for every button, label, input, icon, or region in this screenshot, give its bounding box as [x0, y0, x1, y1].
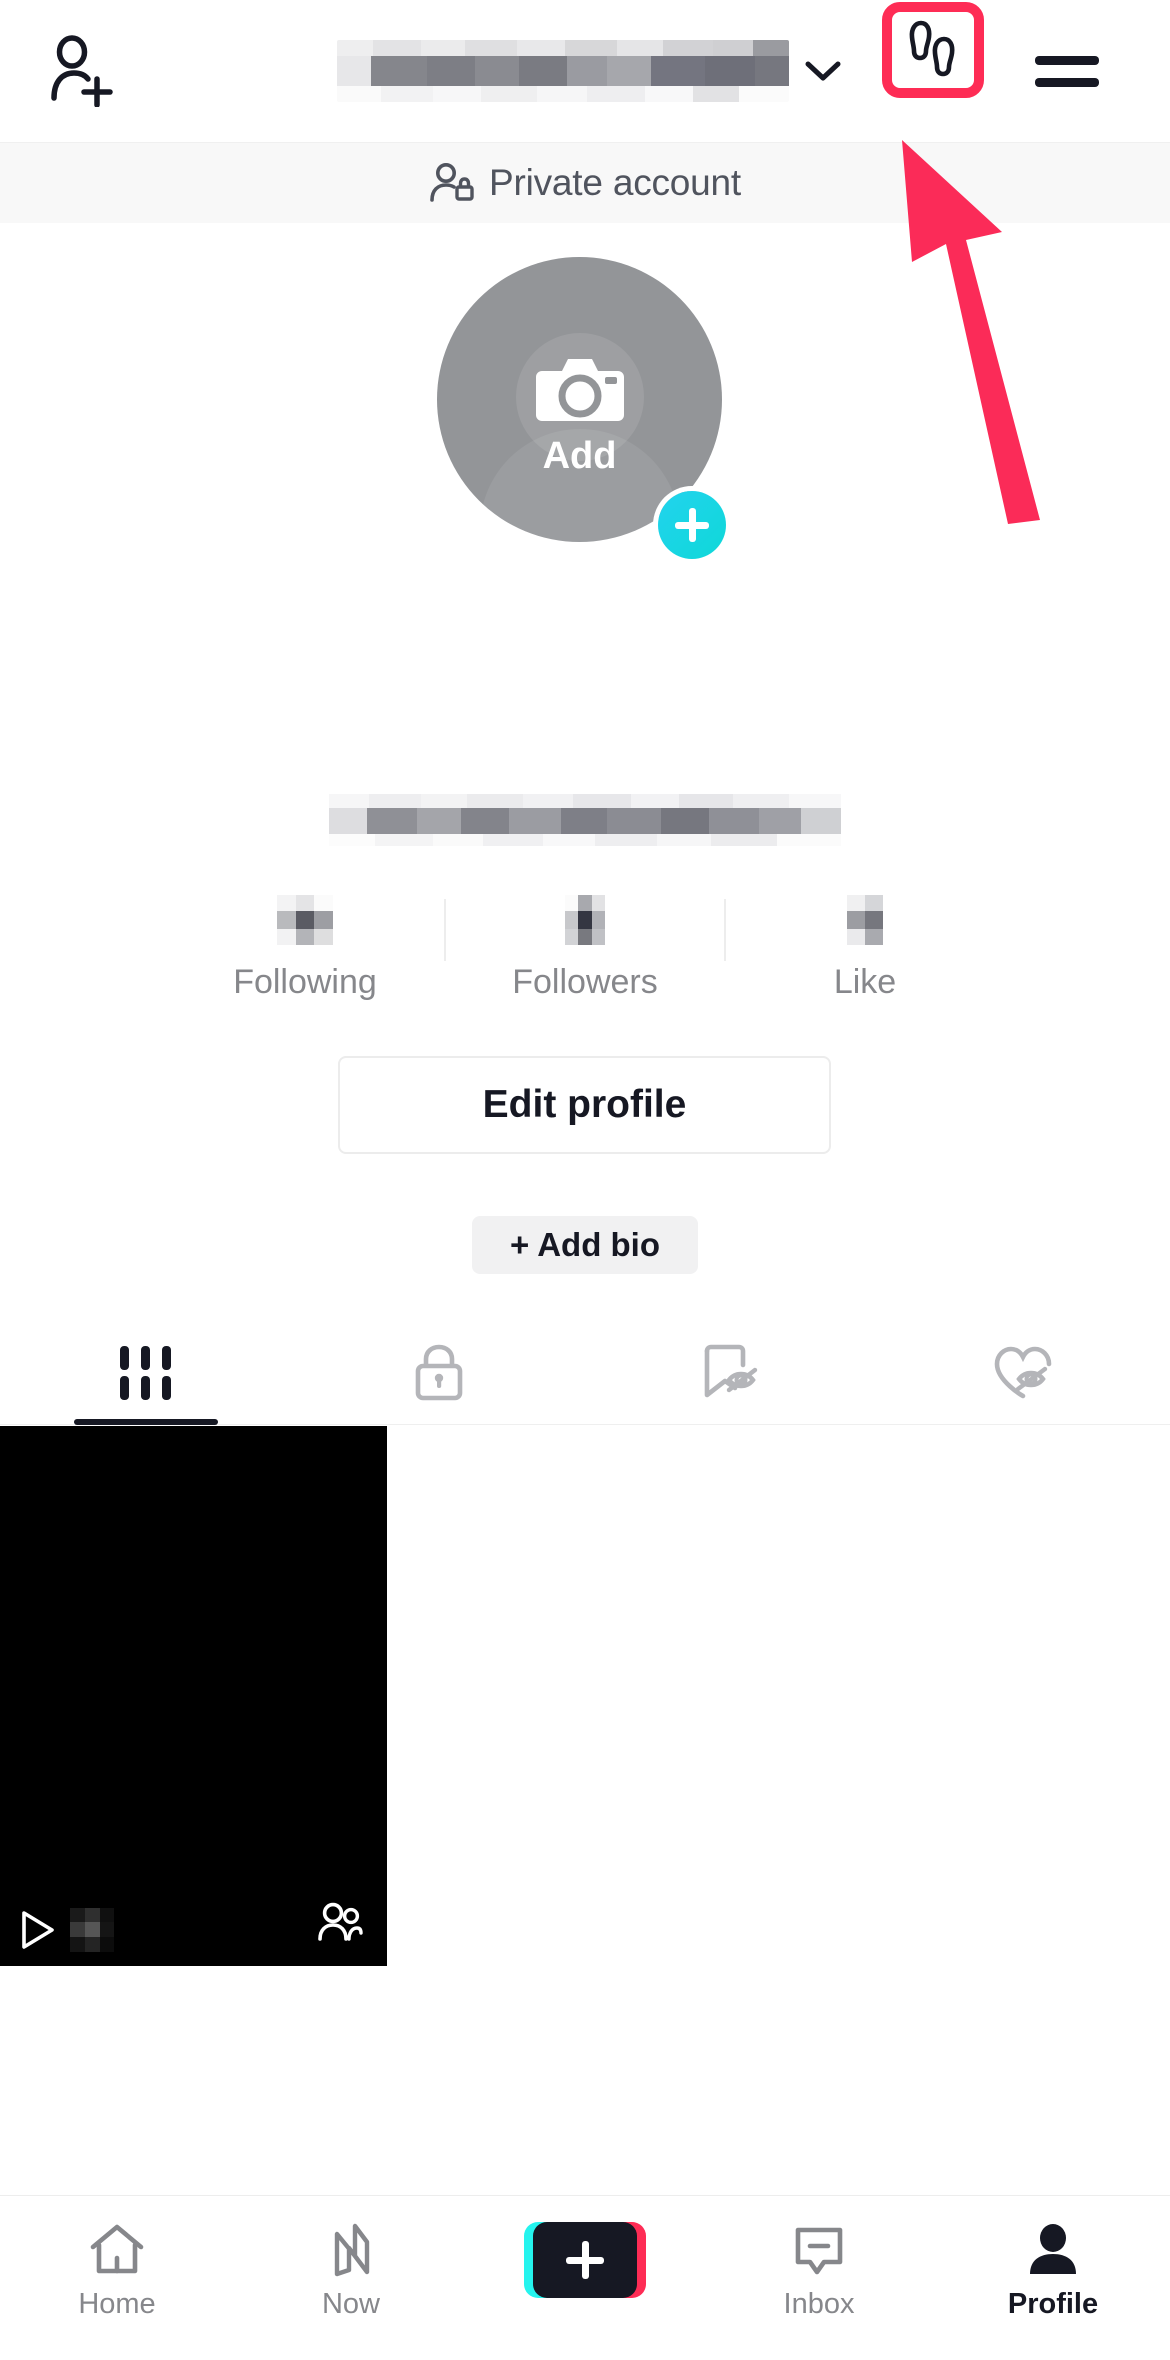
- create-icon[interactable]: [524, 2222, 646, 2298]
- nav-inbox[interactable]: Inbox: [702, 2222, 936, 2321]
- tab-favorites[interactable]: [585, 1321, 878, 1424]
- now-icon: [334, 2223, 370, 2277]
- view-count-blurred: [70, 1908, 114, 1952]
- bottom-navigation: Home Now Inbox Profile: [0, 2195, 1170, 2360]
- tab-liked[interactable]: [878, 1321, 1170, 1424]
- like-label: Like: [833, 963, 897, 1001]
- nav-now[interactable]: Now: [234, 2222, 468, 2321]
- stat-followers[interactable]: Followers: [446, 895, 724, 1002]
- stat-likes[interactable]: Like: [726, 895, 1004, 1002]
- footprints-button[interactable]: [882, 2, 984, 98]
- nav-profile[interactable]: Profile: [936, 2222, 1170, 2321]
- grid-icon: [120, 1345, 172, 1400]
- home-icon: [90, 2224, 144, 2274]
- username-blurred: [337, 40, 789, 102]
- video-thumbnail[interactable]: [0, 1426, 387, 1966]
- add-user-button[interactable]: [38, 26, 128, 116]
- stats-row: Following Followers Like: [0, 895, 1170, 1002]
- person-lock-icon: [430, 163, 474, 202]
- nav-create[interactable]: [468, 2222, 702, 2308]
- top-bar: [0, 0, 1170, 142]
- add-user-icon: [51, 35, 113, 107]
- following-count-blurred: [277, 895, 333, 945]
- play-icon: [22, 1911, 54, 1949]
- profile-body: Add Following Followers Like Edit profil…: [0, 223, 1170, 1966]
- add-bio-button[interactable]: + Add bio: [472, 1216, 698, 1274]
- nav-home-label: Home: [78, 2288, 156, 2320]
- followers-label: Followers: [512, 963, 658, 1001]
- camera-icon: [534, 351, 626, 432]
- lock-icon: [415, 1344, 463, 1400]
- avatar-add-label: Add: [542, 435, 617, 477]
- active-tab-underline: [74, 1419, 219, 1425]
- like-count-blurred: [847, 895, 883, 945]
- friends-icon: [317, 1901, 363, 1948]
- nav-home[interactable]: Home: [0, 2222, 234, 2321]
- handle-row: [0, 794, 1170, 846]
- avatar-zone: Add: [0, 223, 1170, 559]
- profile-icon: [1030, 2224, 1076, 2274]
- tab-private[interactable]: [293, 1321, 586, 1424]
- nav-now-label: Now: [321, 2288, 380, 2320]
- create-plus-icon: [533, 2222, 637, 2298]
- nav-inbox-label: Inbox: [783, 2288, 855, 2320]
- video-grid: [0, 1426, 1170, 1966]
- stat-following[interactable]: Following: [166, 895, 444, 1002]
- hamburger-menu-button[interactable]: [1022, 26, 1112, 116]
- hamburger-bar-1: [1035, 55, 1099, 65]
- private-account-banner[interactable]: Private account: [0, 142, 1170, 223]
- inbox-icon: [795, 2227, 843, 2275]
- nav-profile-label: Profile: [1007, 2288, 1099, 2320]
- followers-count-blurred: [565, 895, 605, 945]
- following-label: Following: [233, 963, 377, 1001]
- handle-blurred: [329, 794, 841, 846]
- chevron-down-icon: [803, 51, 843, 91]
- username-dropdown[interactable]: [330, 28, 850, 114]
- content-tabs: [0, 1321, 1170, 1425]
- private-account-label: Private account: [488, 162, 742, 203]
- bookmark-hidden-icon: [704, 1344, 758, 1397]
- hamburger-bar-2: [1035, 77, 1099, 87]
- video-stats: [18, 1908, 114, 1952]
- heart-hidden-icon: [994, 1346, 1052, 1398]
- edit-profile-button[interactable]: Edit profile: [338, 1056, 831, 1154]
- footprints-icon: [909, 20, 955, 77]
- add-avatar-plus-badge[interactable]: [658, 491, 726, 559]
- tiktok-profile-screen: Private account Add Following Followers …: [0, 0, 1170, 2360]
- tab-videos[interactable]: [0, 1321, 293, 1425]
